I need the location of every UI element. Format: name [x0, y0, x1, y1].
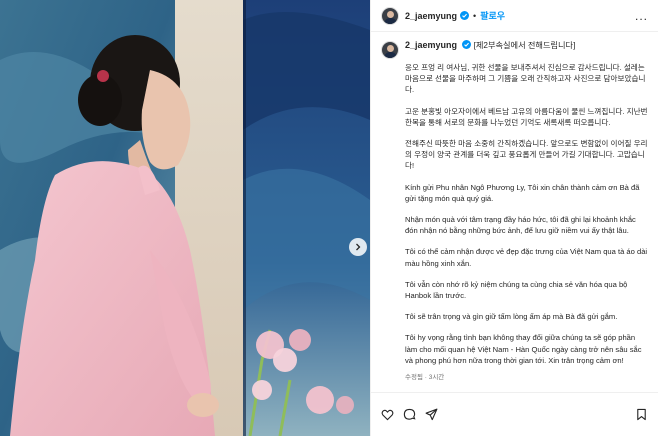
chevron-right-icon: [356, 243, 361, 251]
send-icon[interactable]: [425, 408, 438, 421]
caption-paragraph: Tôi hy vọng rằng tình bạn không thay đổi…: [405, 333, 642, 365]
post-meta: 수정됨 · 3시간: [405, 374, 445, 382]
action-bar: [371, 392, 658, 436]
author-username[interactable]: 2_jaemyung: [405, 11, 457, 21]
more-options-icon[interactable]: ...: [635, 10, 648, 22]
caption-paragraph: Nhận món quà với tâm trạng đầy háo hức, …: [405, 215, 636, 236]
post-panel: 2_jaemyung • 팔로우 ... 2_jaemyung [제2부속실에서…: [370, 0, 658, 436]
next-photo-button[interactable]: [349, 238, 367, 256]
caption-area: 2_jaemyung [제2부속실에서 전해드립니다] 응오 프엉 리 여사님,…: [371, 32, 658, 392]
caption-paragraph: Tôi vẫn còn nhớ rõ kỷ niệm chúng ta cùng…: [405, 279, 628, 301]
caption-username[interactable]: 2_jaemyung: [405, 40, 457, 50]
caption-header: 2_jaemyung [제2부속실에서 전해드립니다]: [381, 40, 648, 59]
bookmark-icon[interactable]: [635, 408, 648, 421]
comment-icon[interactable]: [403, 408, 416, 421]
caption-paragraph: Kính gửi Phu nhân Ngô Phương Ly, Tôi xin…: [405, 182, 640, 203]
caption-paragraph: 고운 분홍빛 아오자이에서 베트남 고유의 아름다움이 물씬 느껴집니다. 지난…: [405, 106, 648, 127]
avatar[interactable]: [381, 6, 399, 25]
heart-icon[interactable]: [381, 408, 394, 421]
follow-button[interactable]: 팔로우: [480, 9, 505, 22]
caption-paragraph: Tôi sẽ trân trọng và gìn giữ tấm lòng ấm…: [405, 312, 618, 322]
caption-paragraph: Tôi có thể cảm nhận được vẻ đẹp đặc trưn…: [405, 247, 648, 268]
separator-dot: •: [473, 10, 477, 21]
photo-image: [0, 0, 370, 436]
caption-paragraph: 응오 프엉 리 여사님, 귀한 선물을 보내주셔서 진심으로 감사드립니다. 설…: [405, 63, 646, 95]
caption-prefix: [제2부속실에서 전해드립니다]: [473, 41, 576, 50]
caption-paragraph: 전해주신 따뜻한 마음 소중히 간직하겠습니다. 앞으로도 변함없이 이어질 우…: [405, 139, 648, 171]
caption-avatar[interactable]: [381, 41, 399, 59]
caption-text: 응오 프엉 리 여사님, 귀한 선물을 보내주셔서 진심으로 감사드립니다. 설…: [405, 62, 648, 366]
post-photo: [0, 0, 370, 436]
verified-badge-icon: [462, 40, 472, 49]
verified-badge-icon: [460, 11, 470, 20]
post-header: 2_jaemyung • 팔로우 ...: [371, 0, 658, 32]
